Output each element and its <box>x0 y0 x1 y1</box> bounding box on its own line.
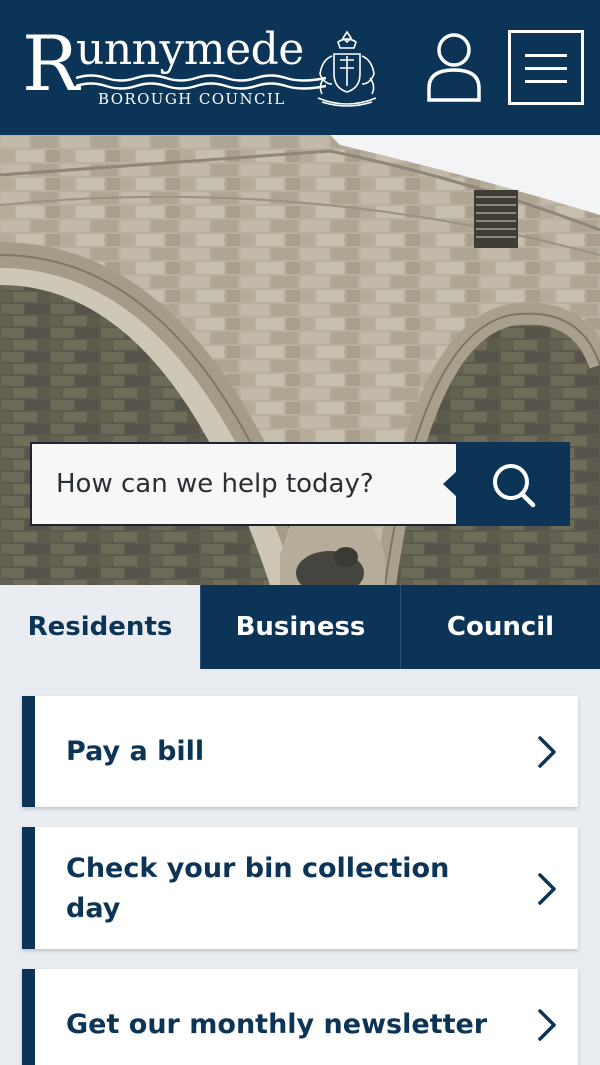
logo-word: unnymede <box>76 24 304 75</box>
card-label: Check your bin collection day <box>66 853 450 924</box>
coat-of-arms-icon <box>317 30 377 107</box>
chevron-right-icon <box>538 1009 556 1041</box>
bin-collection-link[interactable]: Check your bin collection day <box>22 827 578 949</box>
account-button[interactable] <box>424 30 484 104</box>
hamburger-line <box>525 80 567 83</box>
newsletter-link[interactable]: Get our monthly newsletter <box>22 969 578 1065</box>
audience-tabs: Residents Business Council <box>0 585 600 669</box>
hero-banner <box>0 135 600 585</box>
logo-initial: R <box>22 19 80 108</box>
search-button[interactable] <box>443 442 570 526</box>
chevron-right-icon <box>538 873 556 905</box>
search-bar <box>30 442 570 526</box>
runnymede-logo[interactable]: R unnymede BOROUGH COUNCIL <box>22 19 384 112</box>
chevron-right-icon <box>538 736 556 768</box>
hamburger-line <box>525 67 567 70</box>
logo-subtitle: BOROUGH COUNCIL <box>98 90 286 108</box>
tab-business[interactable]: Business <box>200 585 400 669</box>
card-label: Get our monthly newsletter <box>66 1009 488 1040</box>
hamburger-menu-icon <box>525 54 567 57</box>
user-icon <box>427 33 481 102</box>
site-header: R unnymede BOROUGH COUNCIL <box>0 0 600 135</box>
pay-a-bill-link[interactable]: Pay a bill <box>22 696 578 807</box>
search-button-notch <box>443 471 457 497</box>
tab-residents[interactable]: Residents <box>0 585 200 669</box>
card-label: Pay a bill <box>66 736 205 767</box>
menu-button[interactable] <box>508 30 584 105</box>
search-input[interactable] <box>30 442 458 526</box>
search-icon <box>493 464 536 508</box>
tab-council[interactable]: Council <box>400 585 600 669</box>
